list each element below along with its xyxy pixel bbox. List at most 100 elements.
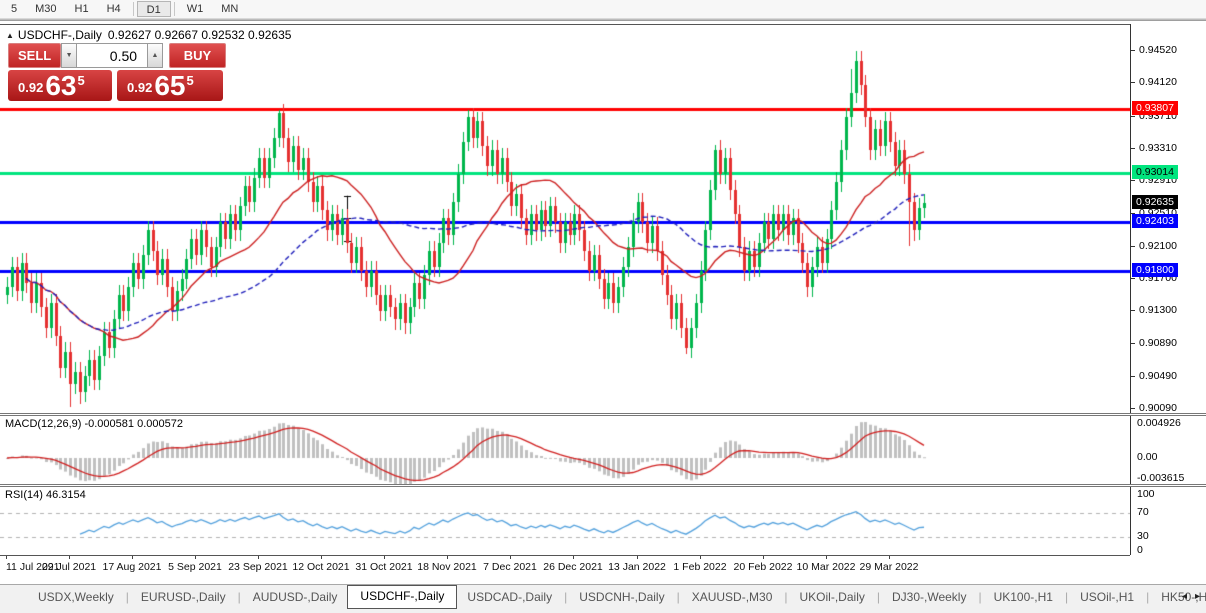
chart-tab-xauusd-m30[interactable]: XAUUSD-,M30 [682,587,783,607]
tab-scroll-right-button[interactable]: ▸ [1195,591,1200,602]
chart-tab-ukoil-daily[interactable]: UKOil-,Daily [790,587,875,607]
volume-decrease-button[interactable]: ▼ [61,43,77,68]
tab-separator: | [236,587,243,607]
time-axis-tick [384,556,385,559]
chart-tab-eurusd-daily[interactable]: EURUSD-,Daily [131,587,236,607]
tab-scroll-left-button[interactable]: ◂ [1182,591,1187,602]
timeframe-button-d1[interactable]: D1 [137,1,171,17]
time-axis-label: 23 Sep 2021 [228,561,288,573]
chart-title: ▲USDCHF-,Daily0.92627 0.92667 0.92532 0.… [6,28,291,42]
tab-separator: | [675,587,682,607]
macd-panel[interactable]: MACD(12,26,9) -0.000581 0.000572 [0,416,1130,484]
chart-tab-usdx-weekly[interactable]: USDX,Weekly [28,587,124,607]
time-axis-label: 13 Jan 2022 [608,561,666,573]
time-axis-label: 12 Oct 2021 [292,561,349,573]
trading-terminal-window: 5M30H1H4D1W1MN ▲USDCHF-,Daily0.92627 0.9… [0,0,1206,613]
rsi-indicator-label: RSI(14) 46.3154 [5,489,86,501]
time-axis-tick [258,556,259,559]
sell-button[interactable]: SELL [8,43,61,68]
time-axis-label: 7 Dec 2021 [483,561,537,573]
time-axis-tick [69,556,70,559]
macd-axis-label: 0.004926 [1137,417,1181,430]
buy-price-big: 65 [154,74,185,98]
chart-tab-dj30-weekly[interactable]: DJ30-,Weekly [882,587,976,607]
time-axis-tick [6,556,7,559]
time-axis-tick [447,556,448,559]
chart-tab-usdcad-daily[interactable]: USDCAD-,Daily [457,587,562,607]
time-axis-label: 31 Oct 2021 [355,561,412,573]
volume-input[interactable] [77,43,147,68]
time-axis-label: 29 Mar 2022 [860,561,919,573]
buy-price-display[interactable]: 0.92 65 5 [117,70,223,101]
sell-price-prefix: 0.92 [18,80,43,95]
time-axis-label: 20 Feb 2022 [734,561,793,573]
time-axis-tick [763,556,764,559]
tab-separator: | [1063,587,1070,607]
time-axis-tick [889,556,890,559]
price-level-badge: 0.92635 [1132,195,1178,209]
time-axis-label: 17 Aug 2021 [103,561,162,573]
time-axis-tick [132,556,133,559]
chart-tab-usdcnh-daily[interactable]: USDCNH-,Daily [569,587,674,607]
rsi-chart-canvas[interactable] [0,487,1130,555]
time-axis-label: 18 Nov 2021 [417,561,477,573]
rsi-axis[interactable]: 10070300 [1130,487,1206,555]
sell-price-display[interactable]: 0.92 63 5 [8,70,112,101]
timeframe-button-mn[interactable]: MN [212,1,247,17]
time-axis-label: 10 Mar 2022 [797,561,856,573]
time-axis-tick [321,556,322,559]
toolbar-divider [133,2,134,16]
timeframe-button-w1[interactable]: W1 [178,1,213,17]
rsi-axis-label: 100 [1137,488,1155,501]
arrow-up-icon: ▲ [151,52,158,59]
chart-tab-usoil-h1[interactable]: USOil-,H1 [1070,587,1144,607]
rsi-axis-label: 70 [1137,506,1149,519]
chart-tab-usdchf-daily[interactable]: USDCHF-,Daily [347,585,457,609]
price-tick-label: 0.90890 [1131,337,1206,350]
timeframe-button-m30[interactable]: M30 [26,1,65,17]
toolbar-divider [174,2,175,16]
price-tick-label: 0.91300 [1131,304,1206,317]
price-tick-label: 0.92100 [1131,240,1206,253]
arrow-down-icon: ▼ [66,52,73,59]
macd-axis-label: 0.00 [1137,451,1157,464]
tab-separator: | [875,587,882,607]
price-level-badge: 0.91800 [1132,263,1178,277]
price-axis[interactable]: 0.945200.941200.937100.933100.929100.925… [1130,24,1206,413]
tab-separator: | [976,587,983,607]
macd-axis[interactable]: 0.0049260.00-0.003615 [1130,416,1206,484]
price-level-badge: 0.93014 [1132,165,1178,179]
volume-increase-button[interactable]: ▲ [147,43,163,68]
time-axis-tick [573,556,574,559]
collapse-arrow-icon[interactable]: ▲ [6,31,14,40]
time-axis-tick [195,556,196,559]
sell-price-big: 63 [45,74,76,98]
rsi-panel[interactable]: RSI(14) 46.3154 [0,487,1130,555]
timeframe-button-h4[interactable]: H4 [98,1,130,17]
price-level-badge: 0.93807 [1132,101,1178,115]
macd-indicator-label: MACD(12,26,9) -0.000581 0.000572 [5,418,183,430]
main-chart-plot[interactable]: ▲USDCHF-,Daily0.92627 0.92667 0.92532 0.… [0,24,1130,413]
buy-price-prefix: 0.92 [127,80,152,95]
chart-ohlc-values: 0.92627 0.92667 0.92532 0.92635 [108,28,292,42]
toolbar-separator [0,18,1206,21]
tab-separator: | [1144,587,1151,607]
timeframe-button-h1[interactable]: H1 [66,1,98,17]
price-tick-label: 0.94520 [1131,44,1206,57]
time-axis-tick [700,556,701,559]
buy-button[interactable]: BUY [169,43,226,68]
sell-price-pip: 5 [77,73,84,88]
timeframe-button-5[interactable]: 5 [2,1,26,17]
rsi-axis-label: 30 [1137,530,1149,543]
tab-scroll-controls: ◂▸ [1174,591,1200,602]
tab-separator: | [562,587,569,607]
time-axis-label: 5 Sep 2021 [168,561,222,573]
time-axis[interactable]: 11 Jul 202129 Jul 202117 Aug 20215 Sep 2… [0,556,1206,582]
price-level-badge: 0.92403 [1132,214,1178,228]
chart-tab-bar: USDX,Weekly|EURUSD-,Daily|AUDUSD-,DailyU… [0,584,1206,613]
chart-tab-uk100-h1[interactable]: UK100-,H1 [984,587,1063,607]
tab-separator: | [782,587,789,607]
chart-tab-audusd-daily[interactable]: AUDUSD-,Daily [243,587,348,607]
one-click-trade-panel: SELL ▼ ▲ BUY 0.92 63 5 0.92 65 5 [8,43,226,101]
time-axis-label: 29 Jul 2021 [42,561,96,573]
